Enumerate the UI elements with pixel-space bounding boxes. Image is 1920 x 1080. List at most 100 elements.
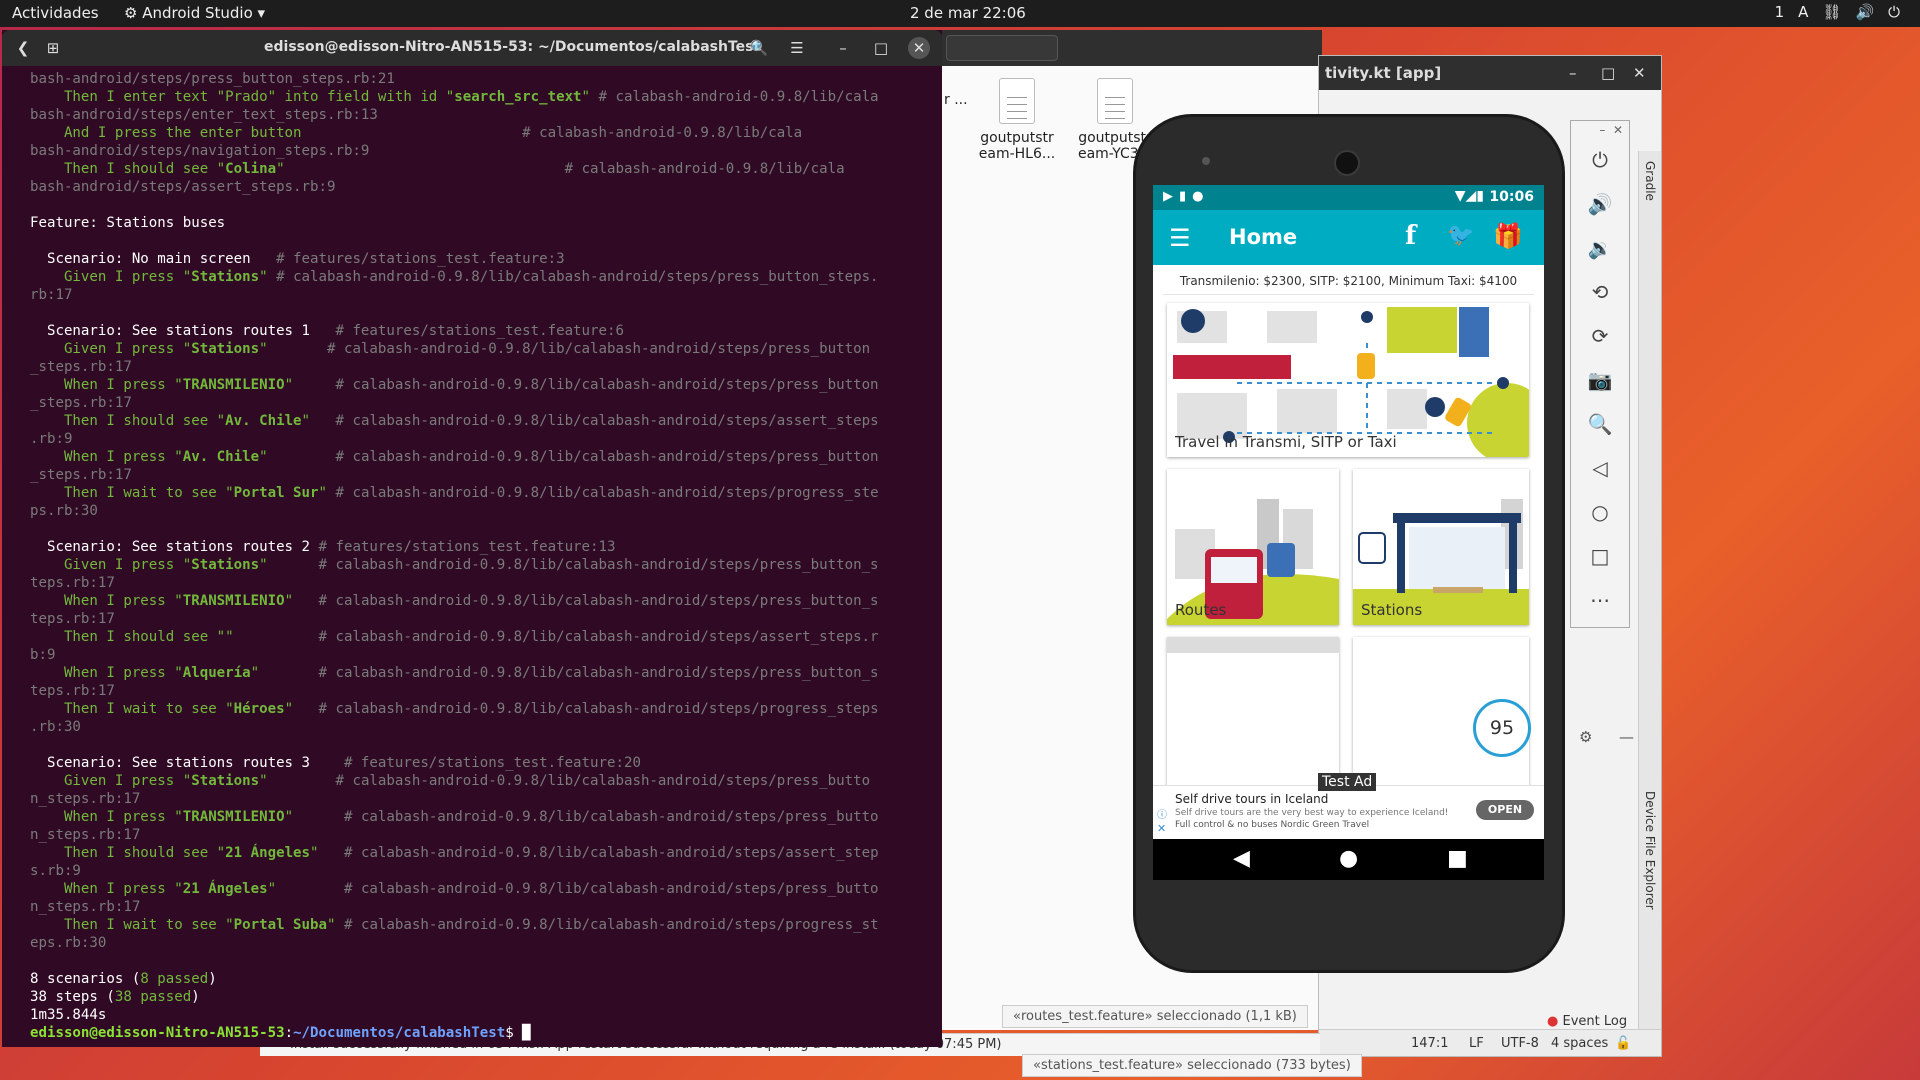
more-icon[interactable]: ⋯ xyxy=(1571,585,1629,615)
score-badge[interactable]: 95 xyxy=(1473,699,1531,757)
power-menu-icon[interactable]: ⏻ xyxy=(1888,3,1900,21)
ad-description: Self drive tours are the very best way t… xyxy=(1175,808,1449,818)
lock-icon[interactable]: 🔓 xyxy=(1615,1036,1631,1051)
event-log-tab[interactable]: ● Event Log xyxy=(1547,1014,1627,1029)
hamburger-menu-icon[interactable]: ☰ xyxy=(1169,224,1191,252)
nav-recents-icon[interactable]: ■ xyxy=(1447,846,1468,871)
rotate-left-icon[interactable]: ⟲ xyxy=(1571,277,1629,307)
terminal-segment: # calabash-android-0.9.8/lib/calabash-an… xyxy=(343,809,879,825)
terminal-segment: bash-android/steps/enter_text_steps.rb:1… xyxy=(30,107,378,123)
file-item[interactable]: goutputstr eam-HL6... xyxy=(972,78,1062,162)
terminal-segment: # calabash-android-0.9.8/lib/cala xyxy=(522,125,803,141)
terminal-line: When I press "Av. Chile" # calabash-andr… xyxy=(30,448,942,466)
device-file-explorer-tab[interactable]: Device File Explorer xyxy=(1643,791,1657,910)
power-icon[interactable]: ⏻ xyxy=(1571,145,1629,175)
terminal-segment: When I press " xyxy=(30,377,183,393)
terminal-segment: When I press " xyxy=(30,809,183,825)
android-status-bar: ▶▮● ▼◢▮ 10:06 xyxy=(1153,185,1544,210)
ad-open-button[interactable]: OPEN xyxy=(1476,800,1534,820)
search-icon[interactable]: 🔍 xyxy=(746,36,772,60)
new-tab-icon[interactable]: ⊞ xyxy=(40,36,66,60)
back-icon[interactable]: ◁ xyxy=(1571,453,1629,483)
ad-close-icon[interactable]: ✕ xyxy=(1157,822,1166,835)
line-ending[interactable]: LF xyxy=(1469,1036,1484,1051)
system-tray[interactable]: 1 A ⛓ 🔊 ⏻ xyxy=(1775,3,1900,21)
maximize-button[interactable]: □ xyxy=(868,36,894,60)
routes-card[interactable]: Routes xyxy=(1167,469,1339,625)
camera-icon[interactable]: 📷 xyxy=(1571,365,1629,395)
terminal-segment: # calabash-android-0.9.8/lib/calabash-an… xyxy=(335,377,879,393)
stations-card[interactable]: Stations xyxy=(1353,469,1529,625)
phone-emulator: ▶▮● ▼◢▮ 10:06 ☰ Home f 🐦 🎁 Transmilenio:… xyxy=(1136,117,1562,970)
zoom-icon[interactable]: 🔍 xyxy=(1571,409,1629,439)
facebook-icon[interactable]: f xyxy=(1405,221,1416,251)
nav-home-icon[interactable]: ● xyxy=(1339,846,1358,871)
nav-back-icon[interactable]: ◀ xyxy=(1233,846,1250,871)
clock[interactable]: 2 de mar 22:06 xyxy=(910,4,1026,22)
document-icon xyxy=(1097,78,1133,124)
back-arrow-icon[interactable]: ❮ xyxy=(10,36,36,60)
terminal-segment: 1m35.844s xyxy=(30,1007,107,1023)
travel-card[interactable]: Travel in Transmi, SITP or Taxi xyxy=(1167,303,1529,457)
partial-card-illustration xyxy=(1167,637,1339,653)
emulator-window-controls[interactable]: – ✕ xyxy=(1599,123,1623,137)
terminal-line: Scenario: See stations routes 2 # featur… xyxy=(30,538,942,556)
home-icon[interactable]: ○ xyxy=(1571,497,1629,527)
rotate-right-icon[interactable]: ⟳ xyxy=(1571,321,1629,351)
partial-card[interactable] xyxy=(1167,637,1339,787)
gift-icon[interactable]: 🎁 xyxy=(1493,222,1523,250)
terminal-title-bar: ❮ ⊞ edisson@edisson-Nitro-AN515-53: ~/Do… xyxy=(2,30,942,66)
terminal-line: Then I should see "Colina" # calabash-an… xyxy=(30,160,942,178)
notification-icons: ▶▮● xyxy=(1163,189,1210,204)
signal-battery-icon: ▼◢▮ xyxy=(1454,188,1484,204)
terminal-segment: : xyxy=(284,1025,294,1041)
error-icon: ● xyxy=(1547,1014,1559,1029)
app-menu[interactable]: ⚙ Android Studio ▾ xyxy=(124,4,265,22)
ad-banner[interactable]: ⓘ ✕ Self drive tours in Iceland Self dri… xyxy=(1153,785,1544,842)
terminal-output[interactable]: bash-android/steps/press_button_steps.rb… xyxy=(2,66,942,1047)
indent-setting[interactable]: 4 spaces xyxy=(1551,1036,1608,1051)
minimize-button[interactable]: – xyxy=(1569,64,1577,82)
terminal-line: n_steps.rb:17 xyxy=(30,826,942,844)
app-title: Home xyxy=(1229,225,1298,249)
volume-up-icon[interactable]: 🔊 xyxy=(1571,189,1629,219)
terminal-segment: eps.rb:30 xyxy=(30,935,107,951)
settings-gear-icon[interactable]: ⚙ xyxy=(1579,728,1592,746)
terminal-segment: # features/stations_test.feature:20 xyxy=(343,755,641,771)
workspace-indicator-icon[interactable]: 1 xyxy=(1775,3,1785,21)
volume-icon[interactable]: 🔊 xyxy=(1855,3,1874,21)
speaker xyxy=(1334,150,1360,176)
volume-down-icon[interactable]: 🔉 xyxy=(1571,233,1629,263)
menu-icon[interactable]: ☰ xyxy=(784,36,810,60)
keyboard-layout-icon[interactable]: A xyxy=(1798,3,1808,21)
terminal-segment: Then I should see " xyxy=(30,413,226,429)
hide-panel-icon[interactable]: — xyxy=(1619,728,1634,746)
minimize-button[interactable]: – xyxy=(830,36,856,60)
terminal-line: Then I should see "" # calabash-android-… xyxy=(30,628,942,646)
overview-icon[interactable]: □ xyxy=(1571,541,1629,571)
terminal-segment: _steps.rb:17 xyxy=(30,359,132,375)
terminal-line: rb:17 xyxy=(30,286,942,304)
activities-button[interactable]: Actividades xyxy=(12,4,99,22)
caret-position[interactable]: 147:1 xyxy=(1411,1036,1448,1051)
maximize-button[interactable]: □ xyxy=(1601,64,1615,82)
terminal-segment: 38 passed xyxy=(114,989,192,1005)
file-encoding[interactable]: UTF-8 xyxy=(1501,1036,1539,1051)
terminal-segment: Stations xyxy=(191,341,260,357)
close-button[interactable]: ✕ xyxy=(908,37,930,59)
ad-info-icon[interactable]: ⓘ xyxy=(1157,806,1167,821)
terminal-segment: teps.rb:17 xyxy=(30,575,115,591)
files-path-bar[interactable] xyxy=(946,35,1058,61)
terminal-segment: When I press " xyxy=(30,881,183,897)
close-button[interactable]: ✕ xyxy=(1633,64,1646,82)
terminal-segment: # calabash-android-0.9.8/lib/calabash-an… xyxy=(335,449,879,465)
network-icon[interactable]: ⛓ xyxy=(1822,3,1841,21)
twitter-icon[interactable]: 🐦 xyxy=(1447,223,1474,248)
terminal-line: Scenario: See stations routes 1 # featur… xyxy=(30,322,942,340)
studio-status-bar: 147:1 LF UTF-8 4 spaces 🔓 xyxy=(1319,1029,1661,1056)
terminal-segment: Then I should see " xyxy=(30,161,226,177)
gradle-tab[interactable]: Gradle xyxy=(1643,161,1657,201)
terminal-segment: Colina xyxy=(225,161,277,177)
terminal-segment: " xyxy=(327,917,344,933)
